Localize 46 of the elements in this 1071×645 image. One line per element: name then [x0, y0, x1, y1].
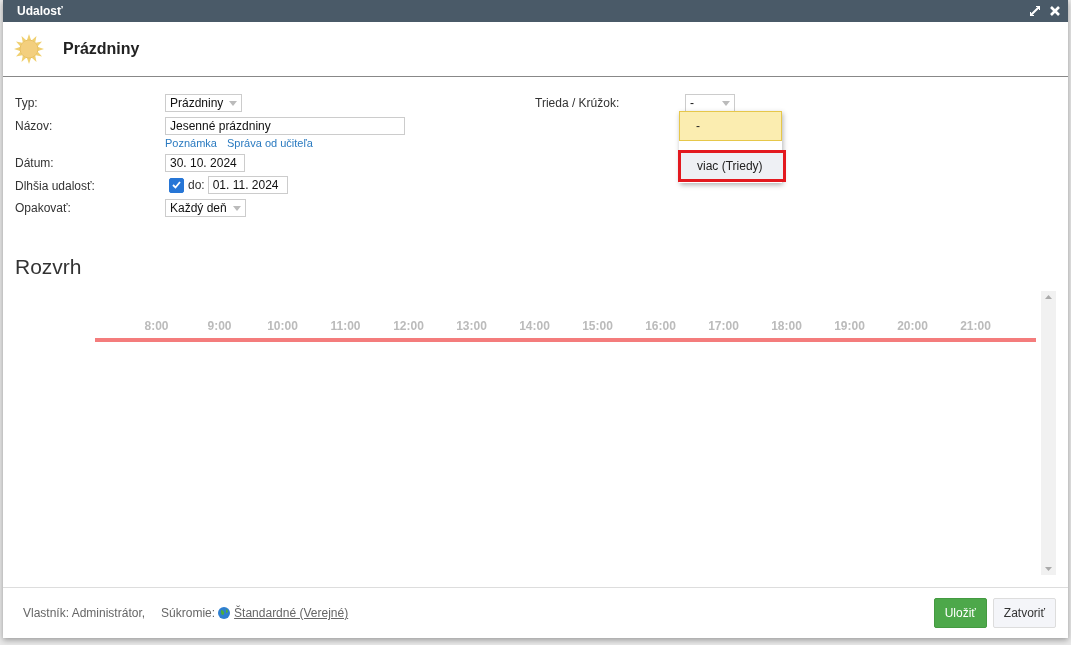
- close-icon[interactable]: [1050, 6, 1060, 16]
- privacy-link[interactable]: Štandardné (Verejné): [234, 606, 349, 620]
- field-label: Typ:: [15, 95, 39, 110]
- event-title: Prázdniny: [63, 40, 140, 58]
- hour-label: 17:00: [707, 319, 740, 333]
- select-field[interactable]: Prázdniny: [165, 94, 243, 112]
- section-title: Rozvrh: [15, 255, 83, 279]
- hour-label: 16:00: [644, 319, 677, 333]
- hour-label: 9:00: [206, 319, 233, 333]
- checkmark-icon: [172, 181, 181, 189]
- to-label: do:: [188, 178, 205, 192]
- owner-text: Vlastník: Administrátor,: [23, 606, 146, 620]
- field-label: Dlhšia udalosť:: [15, 178, 96, 193]
- dropdown-option[interactable]: -: [679, 111, 782, 141]
- date-field[interactable]: 01. 11. 2024: [207, 176, 288, 194]
- hour-label: 11:00: [329, 319, 362, 333]
- checkbox[interactable]: [169, 177, 184, 193]
- hour-label: 19:00: [833, 319, 866, 333]
- hour-label: 8:00: [143, 319, 170, 333]
- field-label: Dátum:: [15, 155, 55, 170]
- link[interactable]: Správa od učiteľa: [227, 137, 313, 149]
- input-field[interactable]: Jesenné prázdniny: [165, 117, 405, 135]
- field-label: Opakovať:: [15, 200, 72, 215]
- link[interactable]: Poznámka: [165, 137, 217, 149]
- hour-label: 15:00: [581, 319, 614, 333]
- caret-icon: [229, 100, 238, 106]
- hour-label: 18:00: [770, 319, 803, 333]
- privacy-label: Súkromie:: [161, 606, 216, 620]
- hour-label: 10:00: [266, 319, 299, 333]
- hour-label: 20:00: [896, 319, 929, 333]
- hour-label: 12:00: [392, 319, 425, 333]
- caret-icon: [722, 100, 730, 106]
- globe-icon: [218, 607, 231, 619]
- caret-icon: [232, 205, 241, 211]
- window-title: Udalosť: [17, 4, 64, 18]
- hour-label: 14:00: [518, 319, 551, 333]
- hour-label: 13:00: [455, 319, 488, 333]
- date-field[interactable]: 30. 10. 2024: [165, 154, 245, 172]
- dropdown-option[interactable]: viac (Triedy): [678, 150, 786, 182]
- field-label: Trieda / Krúžok:: [535, 95, 621, 110]
- hour-label: 21:00: [959, 319, 992, 333]
- expand-icon[interactable]: [1030, 6, 1040, 16]
- close-button[interactable]: Zatvoriť: [992, 598, 1056, 628]
- select-field[interactable]: Každý deň: [165, 199, 246, 217]
- field-label: Názov:: [15, 118, 54, 133]
- sun-icon: [13, 33, 45, 65]
